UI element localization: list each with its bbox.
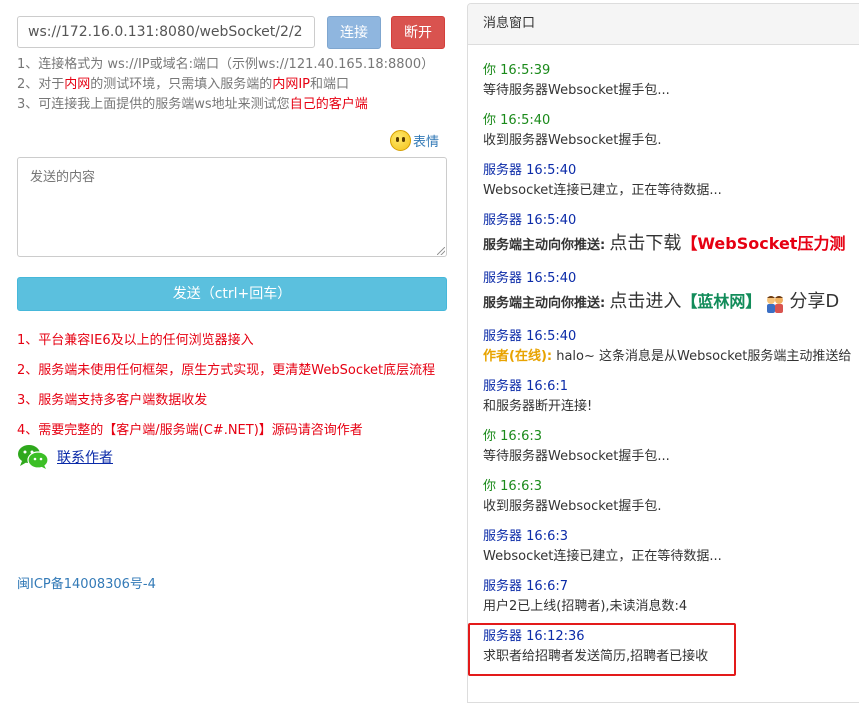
message-text: 服务端主动向你推送: 点击进入【蓝林网】 分享D [483,291,840,314]
icp-link[interactable]: 闽ICP备14008306号-4 [17,573,156,592]
message-header: 服务器 16:5:40 [483,163,577,178]
connection-tips: 1、连接格式为 ws://IP或域名:端口（示例ws://121.40.165.… [17,55,434,115]
list-item: 你 16:5:40 收到服务器Websocket握手包. [483,111,859,161]
message-text: 收到服务器Websocket握手包. [483,499,662,514]
contact-author-link[interactable]: 联系作者 [57,447,113,467]
note-item: 1、平台兼容IE6及以上的任何浏览器接入 [17,333,254,348]
message-text: Websocket连接已建立，正在等待数据... [483,549,722,564]
list-item: 服务器 16:6:7 用户2已上线(招聘者),未读消息数:4 [483,577,859,627]
tip-text: 3、可连接我上面提供的服务端ws地址来测试您 [17,97,290,112]
message-header: 你 16:6:3 [483,479,542,494]
message-header: 你 16:6:3 [483,429,542,444]
connect-button[interactable]: 连接 [327,16,381,49]
enter-link[interactable]: 点击进入 [609,291,681,312]
message-text: 用户2已上线(招聘者),未读消息数:4 [483,599,688,614]
message-panel: 消息窗口 你 16:5:39 等待服务器Websocket握手包... 你 16… [467,3,859,703]
message-header: 服务器 16:5:40 [483,329,577,344]
message-text: 等待服务器Websocket握手包... [483,83,670,98]
list-item: 服务器 16:6:1 和服务器断开连接! [483,377,859,427]
contact-author[interactable]: 联系作者 [17,444,113,470]
tip-line-1: 1、连接格式为 ws://IP或域名:端口（示例ws://121.40.165.… [17,57,435,72]
list-item: 服务器 16:5:40 Websocket连接已建立，正在等待数据... [483,161,859,211]
message-header: 服务器 16:6:3 [483,529,568,544]
message-header: 服务器 16:12:36 [483,629,585,644]
list-item: 服务器 16:12:36 求职者给招聘者发送简历,招聘者已接收 [483,627,859,677]
message-header: 服务器 16:5:40 [483,271,577,286]
tip-text: 和端口 [310,77,350,92]
message-text: Websocket连接已建立，正在等待数据... [483,183,722,198]
tip-highlight: 内网 [64,77,91,92]
message-header: 服务器 16:6:7 [483,579,568,594]
note-item: 4、需要完整的【客户端/服务端(C#.NET)】源码请咨询作者 [17,423,363,438]
message-header: 你 16:5:40 [483,113,551,128]
message-header: 服务器 16:6:1 [483,379,568,394]
message-text: 等待服务器Websocket握手包... [483,449,670,464]
panel-title: 消息窗口 [468,4,859,45]
list-item: 你 16:6:3 等待服务器Websocket握手包... [483,427,859,477]
emoji-label: 表情 [413,134,440,150]
tip-line-2: 2、对于内网的测试环境，只需填入服务端的内网IP和端口 [17,75,434,95]
wechat-icon [17,444,49,470]
resize-grip-icon[interactable] [437,247,445,255]
message-text: 收到服务器Websocket握手包. [483,133,662,148]
left-column: 连接 断开 1、连接格式为 ws://IP或域名:端口（示例ws://121.4… [0,0,465,697]
disconnect-button[interactable]: 断开 [391,16,445,49]
ws-url-input[interactable] [17,16,315,48]
message-text: 求职者给招聘者发送简历,招聘者已接收 [483,649,709,664]
list-item: 服务器 16:5:40 作者(在线): halo~ 这条消息是从Websocke… [483,327,859,377]
message-list[interactable]: 你 16:5:39 等待服务器Websocket握手包... 你 16:5:40… [483,61,859,677]
message-text: 和服务器断开连接! [483,399,593,414]
feature-notes: 1、平台兼容IE6及以上的任何浏览器接入 2、服务端未使用任何框架，原生方式实现… [17,326,435,446]
message-header: 你 16:5:39 [483,63,551,78]
list-item: 服务器 16:6:3 Websocket连接已建立，正在等待数据... [483,527,859,577]
tip-highlight: 自己的客户端 [289,97,368,112]
message-textarea[interactable] [17,157,447,257]
emoji-button[interactable]: 表情 [390,129,439,151]
list-item: 服务器 16:5:40 服务端主动向你推送: 点击进入【蓝林网】 分享D [483,269,859,327]
download-link[interactable]: 点击下载 [609,233,681,254]
tip-text: 的测试环境，只需填入服务端的 [90,77,273,92]
tip-text: 2、对于 [17,77,65,92]
note-item: 3、服务端支持多客户端数据收发 [17,393,208,408]
message-text: 作者(在线): halo~ 这条消息是从Websocket服务端主动推送给 [483,349,852,364]
smiley-icon [390,129,411,151]
note-item: 2、服务端未使用任何框架，原生方式实现，更清楚WebSocket底层流程 [17,363,436,378]
message-text: 服务端主动向你推送: 点击下载【WebSocket压力测 [483,233,846,254]
list-item: 你 16:5:39 等待服务器Websocket握手包... [483,61,859,111]
people-icon [764,294,786,314]
tip-line-3: 3、可连接我上面提供的服务端ws地址来测试您自己的客户端 [17,95,434,115]
list-item: 你 16:6:3 收到服务器Websocket握手包. [483,477,859,527]
message-header: 服务器 16:5:40 [483,213,577,228]
tip-highlight: 内网IP [272,77,310,92]
list-item: 服务器 16:5:40 服务端主动向你推送: 点击下载【WebSocket压力测 [483,211,859,269]
send-button[interactable]: 发送（ctrl+回车） [17,277,447,311]
